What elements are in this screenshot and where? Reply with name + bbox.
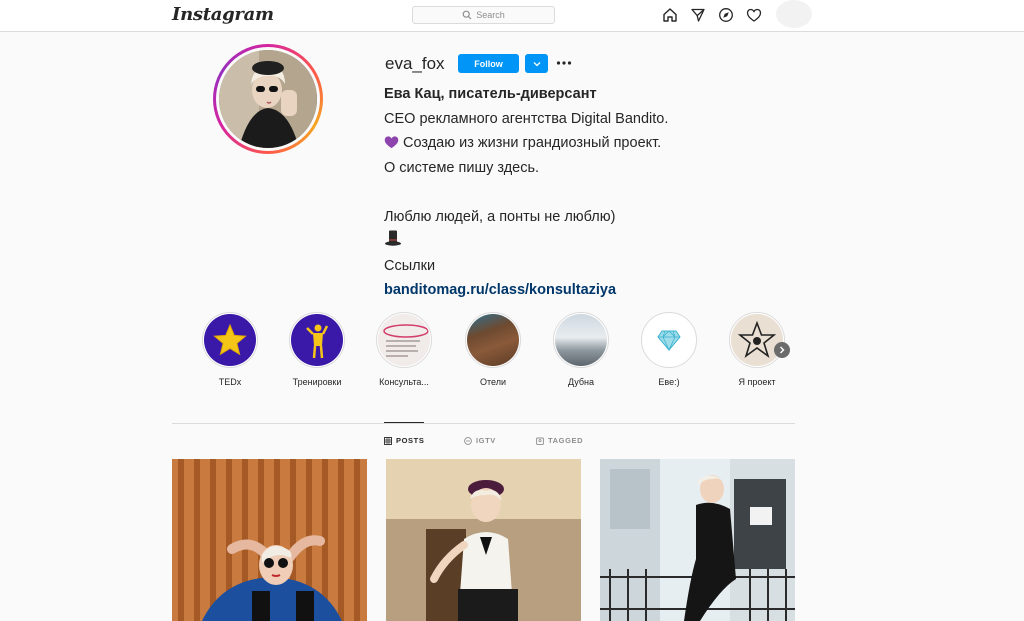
- bio-line: О системе пишу здесь.: [384, 159, 540, 176]
- diamond-icon: [643, 314, 695, 366]
- igtv-icon: [464, 436, 472, 445]
- follow-button[interactable]: Follow: [458, 54, 519, 73]
- profile-avatar[interactable]: [213, 44, 323, 154]
- post-thumbnail[interactable]: [600, 459, 795, 621]
- highlight-label: Еве:): [658, 377, 680, 387]
- highlight-item[interactable]: Дубна: [549, 312, 613, 387]
- highlight-label: Тренировки: [292, 377, 342, 387]
- more-dots-icon: [556, 61, 572, 65]
- profile-username: eva_fox: [385, 54, 445, 73]
- highlight-item[interactable]: Консульта...: [372, 312, 436, 387]
- more-options-button[interactable]: [556, 55, 572, 71]
- fitness-person-icon: [291, 314, 343, 366]
- bio-line: CEO рекламного агентства Digital Bandito…: [384, 110, 669, 127]
- highlight-item[interactable]: Еве:): [637, 312, 701, 387]
- search-icon: [462, 10, 472, 20]
- instagram-logo[interactable]: Instagram: [172, 4, 274, 25]
- bio-line-text: Создаю из жизни грандиозный проект.: [403, 135, 662, 151]
- active-tab-indicator: [384, 422, 424, 423]
- story-highlights: TEDx Тренировки Консульта... Отели Дубна…: [200, 312, 800, 392]
- tagged-icon: [536, 437, 544, 445]
- winter-photo-icon: [555, 314, 607, 366]
- purple-heart-icon: [384, 136, 399, 149]
- nav-icons: [662, 7, 762, 23]
- home-icon[interactable]: [662, 7, 678, 23]
- bio-blank-line: [384, 180, 784, 205]
- direct-message-icon[interactable]: [690, 7, 706, 23]
- highlight-item[interactable]: Отели: [461, 312, 525, 387]
- bio-line: Люблю людей, а понты не люблю): [384, 208, 616, 225]
- hotel-photo-icon: [467, 314, 519, 366]
- profile-external-link[interactable]: banditomag.ru/class/konsultaziya: [384, 278, 784, 303]
- suggested-dropdown-button[interactable]: [525, 54, 548, 73]
- search-box[interactable]: Search: [412, 6, 555, 24]
- tab-tagged[interactable]: TAGGED: [536, 436, 583, 445]
- post-thumbnail[interactable]: [172, 459, 367, 621]
- profile-photo: [219, 50, 317, 148]
- bio-line-with-heart: Создаю из жизни грандиозный проект.: [384, 131, 784, 156]
- top-nav-bar: Instagram Search: [0, 0, 1024, 32]
- highlight-label: Дубна: [567, 377, 595, 387]
- tabs-divider: [172, 423, 795, 424]
- search-placeholder: Search: [476, 10, 505, 20]
- star-portrait-icon: [731, 314, 783, 366]
- highlights-next-button[interactable]: [774, 342, 790, 358]
- nav-profile-avatar[interactable]: [776, 0, 812, 28]
- tab-igtv[interactable]: IGTV: [464, 436, 496, 445]
- explore-compass-icon[interactable]: [718, 7, 734, 23]
- post-thumbnail[interactable]: [386, 459, 581, 621]
- highlight-label: Консульта...: [379, 377, 429, 387]
- chevron-right-icon: [780, 346, 785, 354]
- bio-line-with-hat: [384, 229, 784, 254]
- highlight-item[interactable]: Тренировки: [285, 312, 349, 387]
- star-icon: [204, 314, 256, 366]
- tab-posts[interactable]: POSTS: [384, 436, 424, 445]
- bio-line: Ссылки: [384, 257, 436, 274]
- highlight-label: TEDx: [218, 377, 242, 387]
- highlight-item[interactable]: TEDx: [198, 312, 262, 387]
- top-hat-icon: [385, 230, 401, 246]
- highlight-label: Я проект: [738, 377, 776, 387]
- grid-icon: [384, 436, 392, 445]
- profile-full-name: Ева Кац, писатель-диверсант: [384, 86, 597, 102]
- profile-bio: Ева Кац, писатель-диверсант CEO рекламно…: [384, 82, 784, 303]
- document-thumbnail-icon: [378, 314, 430, 366]
- chevron-down-icon: [533, 61, 540, 66]
- activity-heart-icon[interactable]: [746, 7, 762, 23]
- highlight-label: Отели: [479, 377, 506, 387]
